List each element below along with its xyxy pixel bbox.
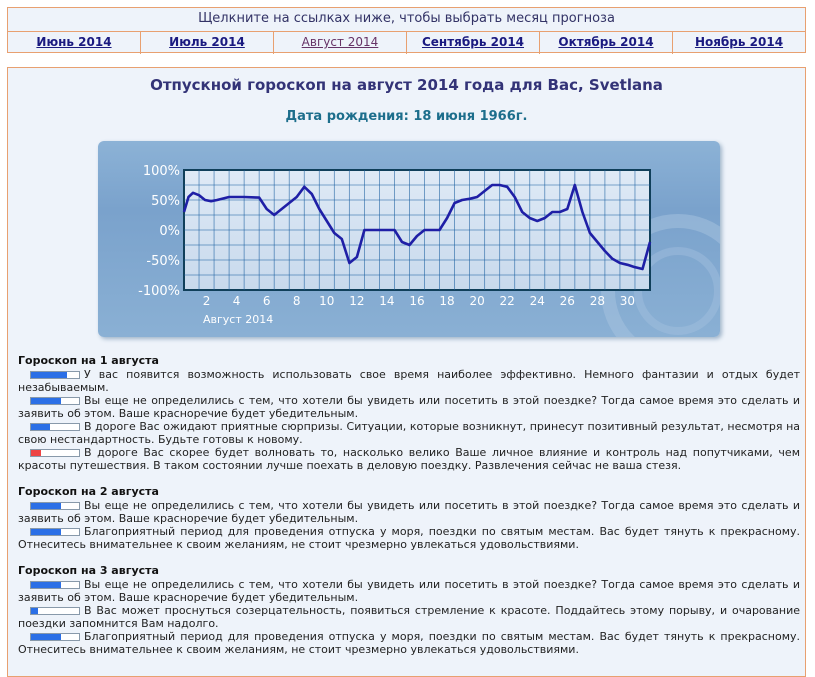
forecast-text: В дороге Вас скорее будет волновать то, … (18, 446, 800, 472)
y-tick-label: 50% (151, 194, 180, 209)
day-heading: Гороскоп на 2 августа (18, 485, 159, 498)
rating-bar-fill (31, 607, 39, 614)
chart-x-label: Август 2014 (203, 313, 273, 326)
day-section: Гороскоп на 2 августа Вы еще не определил… (18, 485, 800, 551)
x-tick-label: 28 (590, 294, 605, 308)
day-heading: Гороскоп на 1 августа (18, 354, 159, 367)
rating-bar-fill (31, 581, 61, 588)
forecast-chart: 100%50%0%-50%-100%2 4 6 8 10 12 14 16 18 20 22 24 26… (138, 164, 720, 337)
forecast-text: В дороге Вас ожидают приятные сюрпризы. … (18, 420, 800, 446)
x-tick-label: 10 (319, 294, 334, 308)
y-tick-label: -100% (138, 284, 180, 299)
rating-bar (30, 527, 80, 536)
rating-bar (30, 501, 80, 510)
x-tick-label: 2 (203, 294, 211, 308)
forecast-item: Вы еще не определились с тем, что хотели… (18, 499, 800, 525)
x-tick-label: 14 (379, 294, 394, 308)
x-tick-label: 8 (293, 294, 301, 308)
x-tick-label: 26 (560, 294, 575, 308)
chart-panel: 100% 50% 0% -50% -100% 2 4 6 8 10 12 14 16 18 20 22 24 26… (98, 141, 720, 337)
horoscope-main: Отпускной гороскоп на август 2014 года д… (7, 67, 806, 677)
forecast-item: Благоприятный период для проведения отпу… (18, 525, 800, 551)
forecast-item: У вас появится возможность использовать … (18, 368, 800, 394)
forecast-item: В дороге Вас ожидают приятные сюрпризы. … (18, 420, 800, 446)
rating-bar (30, 370, 80, 379)
month-links-row: Июнь 2014 Июль 2014 Август 2014 Сентябрь… (8, 32, 805, 54)
forecast-text: Вы еще не определились с тем, что хотели… (18, 578, 800, 604)
month-link-september[interactable]: Сентябрь 2014 (407, 32, 540, 54)
forecast-text: У вас появится возможность использовать … (18, 368, 800, 394)
x-tick-label: 16 (409, 294, 424, 308)
rating-bar-fill (31, 371, 67, 378)
forecast-text: В Вас может проснуться созерцательность,… (18, 604, 800, 630)
day-heading: Гороскоп на 3 августа (18, 564, 159, 577)
day-section: Гороскоп на 1 августа У вас появится возм… (18, 354, 800, 472)
forecast-text: Благоприятный период для проведения отпу… (18, 630, 800, 656)
rating-bar-fill (31, 397, 61, 404)
forecast-text: Вы еще не определились с тем, что хотели… (18, 394, 800, 420)
forecast-item: Вы еще не определились с тем, что хотели… (18, 394, 800, 420)
x-tick-label: 6 (263, 294, 271, 308)
page-title: Отпускной гороскоп на август 2014 года д… (150, 76, 663, 94)
rating-bar-fill (31, 449, 41, 456)
x-tick-label: 22 (500, 294, 515, 308)
month-link-august[interactable]: Август 2014 (274, 32, 407, 54)
day-section: Гороскоп на 3 августа Вы еще не определил… (18, 564, 800, 656)
month-nav-box: Щелкните на ссылках ниже, чтобы выбрать … (7, 7, 806, 54)
forecast-text: Благоприятный период для проведения отпу… (18, 525, 800, 551)
month-link-october[interactable]: Октябрь 2014 (540, 32, 673, 54)
rating-bar-fill (31, 633, 61, 640)
forecast-item: В дороге Вас скорее будет волновать то, … (18, 446, 800, 472)
forecast-item: Вы еще не определились с тем, что хотели… (18, 578, 800, 604)
rating-bar (30, 396, 80, 405)
forecast-text: Вы еще не определились с тем, что хотели… (18, 499, 800, 525)
month-nav-header: Щелкните на ссылках ниже, чтобы выбрать … (8, 8, 805, 32)
y-tick-label: 0% (159, 224, 180, 239)
month-link-june[interactable]: Июнь 2014 (8, 32, 141, 54)
rating-bar (30, 448, 80, 457)
x-tick-label: 4 (233, 294, 241, 308)
daily-horoscopes: Гороскоп на 1 августа У вас появится возм… (18, 354, 800, 669)
birth-date: Дата рождения: 18 июня 1966г. (285, 109, 528, 124)
x-tick-label: 20 (469, 294, 484, 308)
x-tick-label: 30 (620, 294, 635, 308)
month-link-july[interactable]: Июль 2014 (141, 32, 274, 54)
rating-bar (30, 632, 80, 641)
month-link-november[interactable]: Ноябрь 2014 (673, 32, 805, 54)
x-tick-label: 18 (439, 294, 454, 308)
rating-bar-fill (31, 423, 51, 430)
y-tick-label: 100% (143, 164, 180, 179)
rating-bar (30, 580, 80, 589)
y-tick-label: -50% (146, 254, 180, 269)
rating-bar (30, 606, 80, 615)
rating-bar-fill (31, 502, 61, 509)
rating-bar-fill (31, 528, 61, 535)
forecast-item: В Вас может проснуться созерцательность,… (18, 604, 800, 630)
x-tick-label: 12 (349, 294, 364, 308)
forecast-item: Благоприятный период для проведения отпу… (18, 630, 800, 656)
rating-bar (30, 422, 80, 431)
x-tick-label: 24 (530, 294, 545, 308)
